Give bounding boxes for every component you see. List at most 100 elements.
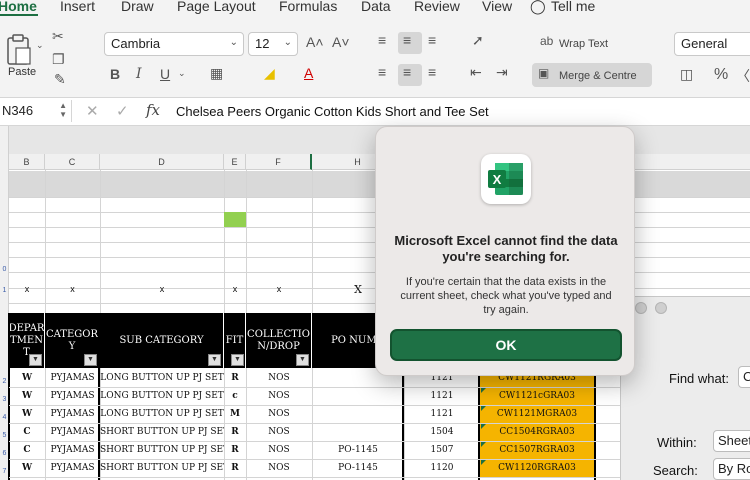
cell-sub-category[interactable]: SHORT BUTTON UP PJ SET	[100, 442, 224, 459]
cell-collection[interactable]: NOS	[246, 406, 312, 423]
name-box[interactable]: N346 ▲ ▼	[0, 100, 72, 122]
formula-content[interactable]: Chelsea Peers Organic Cotton Kids Short …	[176, 104, 489, 119]
orientation-icon[interactable]: ➚	[472, 32, 484, 49]
cell-collection[interactable]: NOS	[246, 388, 312, 405]
font-size-select[interactable]: 12 ⌄	[248, 32, 298, 56]
cell-style-number[interactable]: 1121	[404, 388, 480, 405]
underline-dropdown-icon[interactable]: ⌄	[178, 68, 186, 79]
filter-dropdown-icon[interactable]: ▼	[29, 354, 42, 366]
cell-style-code[interactable]: CW1121MGRA03	[480, 406, 594, 423]
window-minimize-icon[interactable]	[655, 302, 667, 314]
number-format-select[interactable]: General	[674, 32, 750, 56]
row-number[interactable]: 2	[0, 378, 9, 385]
cell-style-code[interactable]: CW1121cGRA03	[480, 388, 594, 405]
search-select[interactable]: By Ro	[713, 458, 750, 480]
italic-icon[interactable]: I	[136, 66, 142, 82]
paste-dropdown-icon[interactable]: ⌄	[36, 40, 44, 51]
green-fill-cell[interactable]	[224, 212, 246, 227]
header-sub-category[interactable]: SUB CATEGORY	[100, 313, 224, 368]
cell-style-number[interactable]: 1121	[404, 406, 480, 423]
cell-category[interactable]: PYJAMAS	[45, 460, 100, 477]
wrap-text-label[interactable]: Wrap Text	[559, 38, 608, 50]
cut-icon[interactable]: ✂	[52, 28, 64, 45]
row-number[interactable]: 1	[0, 287, 9, 294]
cell-collection[interactable]: NOS	[246, 460, 312, 477]
paste-icon[interactable]	[4, 34, 32, 66]
cell-department[interactable]: C	[9, 424, 45, 441]
cell-fit[interactable]: R	[224, 424, 246, 441]
marker-cell[interactable]: x	[45, 284, 100, 294]
tab-review[interactable]: Review	[414, 0, 460, 14]
cell-style-number[interactable]: 1507	[404, 442, 480, 459]
insert-function-icon[interactable]: fx	[146, 101, 160, 119]
cell-collection[interactable]: NOS	[246, 370, 312, 387]
cell-style-number[interactable]: 1504	[404, 424, 480, 441]
window-close-icon[interactable]	[635, 302, 647, 314]
within-select[interactable]: Sheet	[713, 430, 750, 452]
cell-department[interactable]: C	[9, 442, 45, 459]
cell-style-code[interactable]: CW1120RGRA03	[480, 460, 594, 477]
marker-cell[interactable]: x	[9, 284, 45, 294]
cell-fit[interactable]: c	[224, 388, 246, 405]
cell-category[interactable]: PYJAMAS	[45, 370, 100, 387]
percent-icon[interactable]: %	[714, 66, 728, 84]
filter-dropdown-icon[interactable]: ▼	[296, 354, 309, 366]
row-number[interactable]: 6	[0, 450, 9, 457]
cell-po-number[interactable]	[312, 388, 404, 405]
cell-sub-category[interactable]: SHORT BUTTON UP PJ SET	[100, 424, 224, 441]
row-number[interactable]: 4	[0, 414, 9, 421]
cell-fit[interactable]: R	[224, 460, 246, 477]
align-right-icon[interactable]: ≡	[428, 64, 436, 80]
tab-draw[interactable]: Draw	[121, 0, 154, 14]
cell-department[interactable]: W	[9, 370, 45, 387]
cell-department[interactable]: W	[9, 460, 45, 477]
decrease-font-size-icon[interactable]: A˅	[332, 34, 350, 50]
cell-style-code[interactable]: CC1507RGRA03	[480, 442, 594, 459]
copy-icon[interactable]: ❐	[52, 51, 65, 68]
font-name-select[interactable]: Cambria ⌄	[104, 32, 244, 56]
cell-style-code[interactable]: CC1504RGRA03	[480, 424, 594, 441]
filter-dropdown-icon[interactable]: ▼	[231, 354, 244, 366]
filter-dropdown-icon[interactable]: ▼	[84, 354, 97, 366]
tell-me-search[interactable]: Tell me	[551, 0, 595, 14]
align-top-icon[interactable]: ≡	[378, 32, 386, 48]
column-header-e[interactable]: E	[224, 154, 246, 170]
cell-fit[interactable]: R	[224, 370, 246, 387]
tab-formulas[interactable]: Formulas	[279, 0, 337, 14]
align-bottom-icon[interactable]: ≡	[428, 32, 436, 48]
format-painter-icon[interactable]: ✎	[54, 71, 66, 88]
tab-home[interactable]: Home	[0, 0, 37, 14]
find-what-input[interactable]: C	[738, 366, 750, 388]
cell-sub-category[interactable]: LONG BUTTON UP PJ SET	[100, 406, 224, 423]
underline-icon[interactable]: U	[160, 66, 170, 82]
cell-fit[interactable]: R	[224, 442, 246, 459]
column-header-d[interactable]: D	[100, 154, 224, 170]
enter-icon[interactable]: ✓	[116, 102, 129, 120]
tab-insert[interactable]: Insert	[60, 0, 95, 14]
align-middle-icon[interactable]: ≡	[403, 32, 411, 48]
tab-data[interactable]: Data	[361, 0, 391, 14]
cell-department[interactable]: W	[9, 406, 45, 423]
cell-category[interactable]: PYJAMAS	[45, 406, 100, 423]
row-number[interactable]: 0	[0, 266, 9, 273]
ok-button[interactable]: OK	[390, 329, 622, 361]
cell-collection[interactable]: NOS	[246, 442, 312, 459]
tab-view[interactable]: View	[482, 0, 512, 14]
borders-icon[interactable]: ▦	[210, 65, 223, 82]
cell-sub-category[interactable]: SHORT BUTTON UP PJ SET	[100, 460, 224, 477]
font-color-icon[interactable]: A	[304, 65, 313, 81]
cell-sub-category[interactable]: LONG BUTTON UP PJ SET	[100, 388, 224, 405]
cell-po-number[interactable]	[312, 424, 404, 441]
cell-po-number[interactable]: PO-1145	[312, 460, 404, 477]
fill-color-icon[interactable]: ◢	[264, 65, 275, 82]
column-header-f[interactable]: F	[246, 154, 312, 170]
row-number[interactable]: 7	[0, 468, 9, 475]
increase-font-size-icon[interactable]: A˄	[306, 34, 324, 50]
comma-style-icon[interactable]: 〈	[736, 66, 750, 86]
marker-cell[interactable]: x	[224, 284, 246, 294]
name-box-spinner-icon[interactable]: ▲ ▼	[59, 101, 67, 119]
cancel-icon[interactable]: ✕	[86, 102, 99, 120]
align-center-icon[interactable]: ≡	[403, 64, 411, 80]
wrap-text-icon[interactable]: ab	[540, 34, 553, 48]
cell-po-number[interactable]: PO-1145	[312, 442, 404, 459]
